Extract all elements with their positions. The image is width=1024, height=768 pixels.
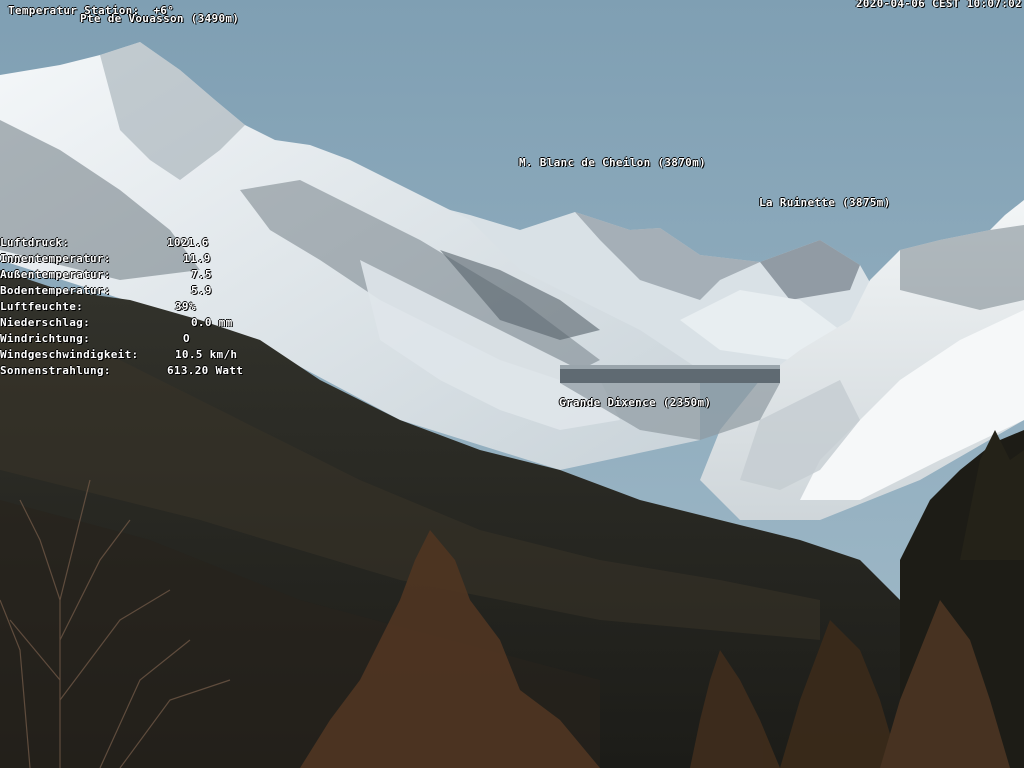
weather-label: Luftfeuchte: (0, 300, 84, 313)
peak-label-ruinette: La Ruinette (3875m) (759, 196, 891, 209)
weather-label: Niederschlag: (0, 316, 90, 329)
weather-label: Außentemperatur: (0, 268, 111, 281)
weather-value: 11.9 (183, 252, 211, 265)
weather-value: 39% (175, 300, 196, 313)
weather-label: Bodentemperatur: (0, 284, 111, 297)
weather-label: Innentemperatur: (0, 252, 111, 265)
weather-panel: Luftdruck: 1021.6 Innentemperatur: 11.9 … (0, 237, 300, 387)
weather-value: 5.9 (191, 284, 212, 297)
weather-label: Sonnenstrahlung: (0, 364, 111, 377)
weather-value: 7.5 (191, 268, 212, 281)
weather-value: 0.0 mm (191, 316, 233, 329)
weather-value: 1021.6 (167, 236, 209, 249)
weather-value: 10.5 km/h (175, 348, 238, 361)
peak-label-vouasson: Pte de Vouasson (3490m) (80, 12, 240, 25)
weather-label: Windgeschwindigkeit: (0, 348, 139, 361)
weather-value: O (183, 332, 190, 345)
weather-label: Luftdruck: (0, 236, 70, 249)
weather-value: 613.20 Watt (167, 364, 244, 377)
dam-label-dixence: Grande Dixence (2350m) (559, 396, 712, 409)
timestamp: 2020-04-06 CEST 10:07:02 (855, 0, 1022, 10)
weather-label: Windrichtung: (0, 332, 90, 345)
peak-label-cheilon: M. Blanc de Cheilon (3870m) (519, 156, 706, 169)
webcam-frame: Temperatur Station: +6° Pte de Vouasson … (0, 0, 1024, 768)
